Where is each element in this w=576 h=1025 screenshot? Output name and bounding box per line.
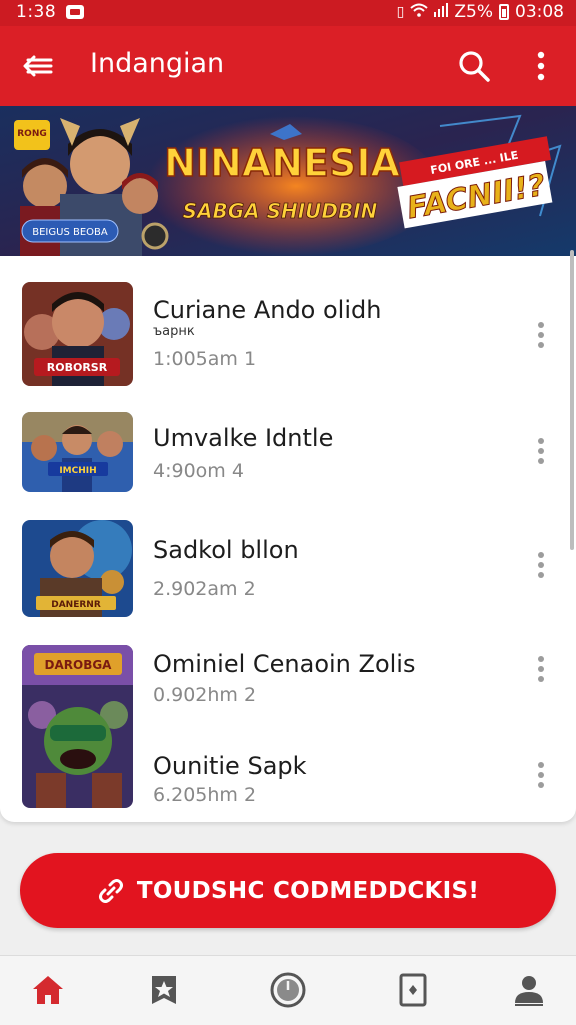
battery-text: Z5% [454,2,493,22]
nav-featured[interactable] [144,970,184,1010]
primary-action-label: TOUDSHC CODMEDDCKIS! [136,877,480,904]
status-time: 1:38 [16,2,57,22]
overflow-menu-button[interactable] [524,48,558,84]
promo-banner[interactable]: RONG BEIGUS BEOBA NINANESIA SABGA SHIUDB… [0,106,576,256]
banner-subheadline: SABGA SHIUDBIN [183,199,378,223]
item-more-button[interactable] [534,552,548,584]
game-thumbnail: IMCHIH [22,412,133,492]
item-subtitle: ъарнк [153,324,195,339]
bottom-navigation [0,955,576,1025]
item-more-button[interactable] [534,438,548,470]
home-icon [33,976,63,1004]
item-title: Ounitie Sapk [153,752,307,780]
thumb-label: IMCHIH [59,466,96,476]
item-more-button[interactable] [534,762,548,794]
status-clock-right: 03:08 [515,2,564,22]
back-arrow-icon [23,55,53,77]
banner-badge-text: RONG [17,129,47,139]
more-vert-icon [537,51,545,81]
item-title: Sadkol bllon [153,536,299,564]
game-list: ROBORSR Curiane Ando olidh ъарнк 1:005am… [0,256,576,822]
item-title: Ominiel Cenaoin Zolis [153,650,416,678]
game-thumbnail: DAROBGA [22,645,133,808]
banner-button-label: BEIGUS BEOBA [32,227,108,238]
item-meta: 2.902am 2 [153,578,256,600]
game-thumbnail: ROBORSR [22,282,133,386]
item-more-button[interactable] [534,322,548,354]
search-button[interactable] [456,48,492,84]
notification-icon [66,5,84,19]
item-title: Curiane Ando olidh [153,296,382,324]
banner-headline: NINANESIA [164,141,400,185]
back-menu-button[interactable] [20,48,56,84]
link-icon [98,878,123,903]
nav-cards[interactable] [393,970,433,1010]
item-meta: 1:005am 1 [153,348,257,370]
star-badge-icon [152,976,176,1004]
nav-history[interactable] [268,970,308,1010]
banner-art: RONG BEIGUS BEOBA NINANESIA SABGA SHIUDB… [0,106,576,256]
status-right: ▯ Z5% 03:08 [397,2,564,22]
thumb-label: DAROBGA [45,658,113,672]
search-icon [459,51,490,82]
scrollbar[interactable] [570,250,574,550]
game-thumbnail: DANERNR [22,520,133,617]
profile-icon [515,976,543,1006]
thumb-label: DANERNR [51,600,101,610]
item-meta: 4:90om 4 [153,460,244,482]
thumb-label: ROBORSR [47,361,108,374]
app-bar: Indangian [0,26,576,106]
status-bar: 1:38 ▯ Z5% 03:08 [0,0,576,26]
item-meta: 6.205hm 2 [153,784,257,806]
nav-home[interactable] [28,970,68,1010]
wifi-icon [410,3,429,21]
vibrate-icon: ▯ [396,4,405,20]
item-title: Umvalke Idntle [153,424,334,452]
item-more-button[interactable] [534,656,548,688]
page-title: Indangian [90,48,225,79]
battery-icon [499,4,509,20]
item-meta: 0.902hm 2 [153,684,257,706]
primary-action-button[interactable]: TOUDSHC CODMEDDCKIS! [20,853,556,928]
clock-icon [270,972,306,1008]
card-icon [399,973,427,1007]
signal-icon [434,3,449,21]
nav-profile[interactable] [509,970,549,1010]
